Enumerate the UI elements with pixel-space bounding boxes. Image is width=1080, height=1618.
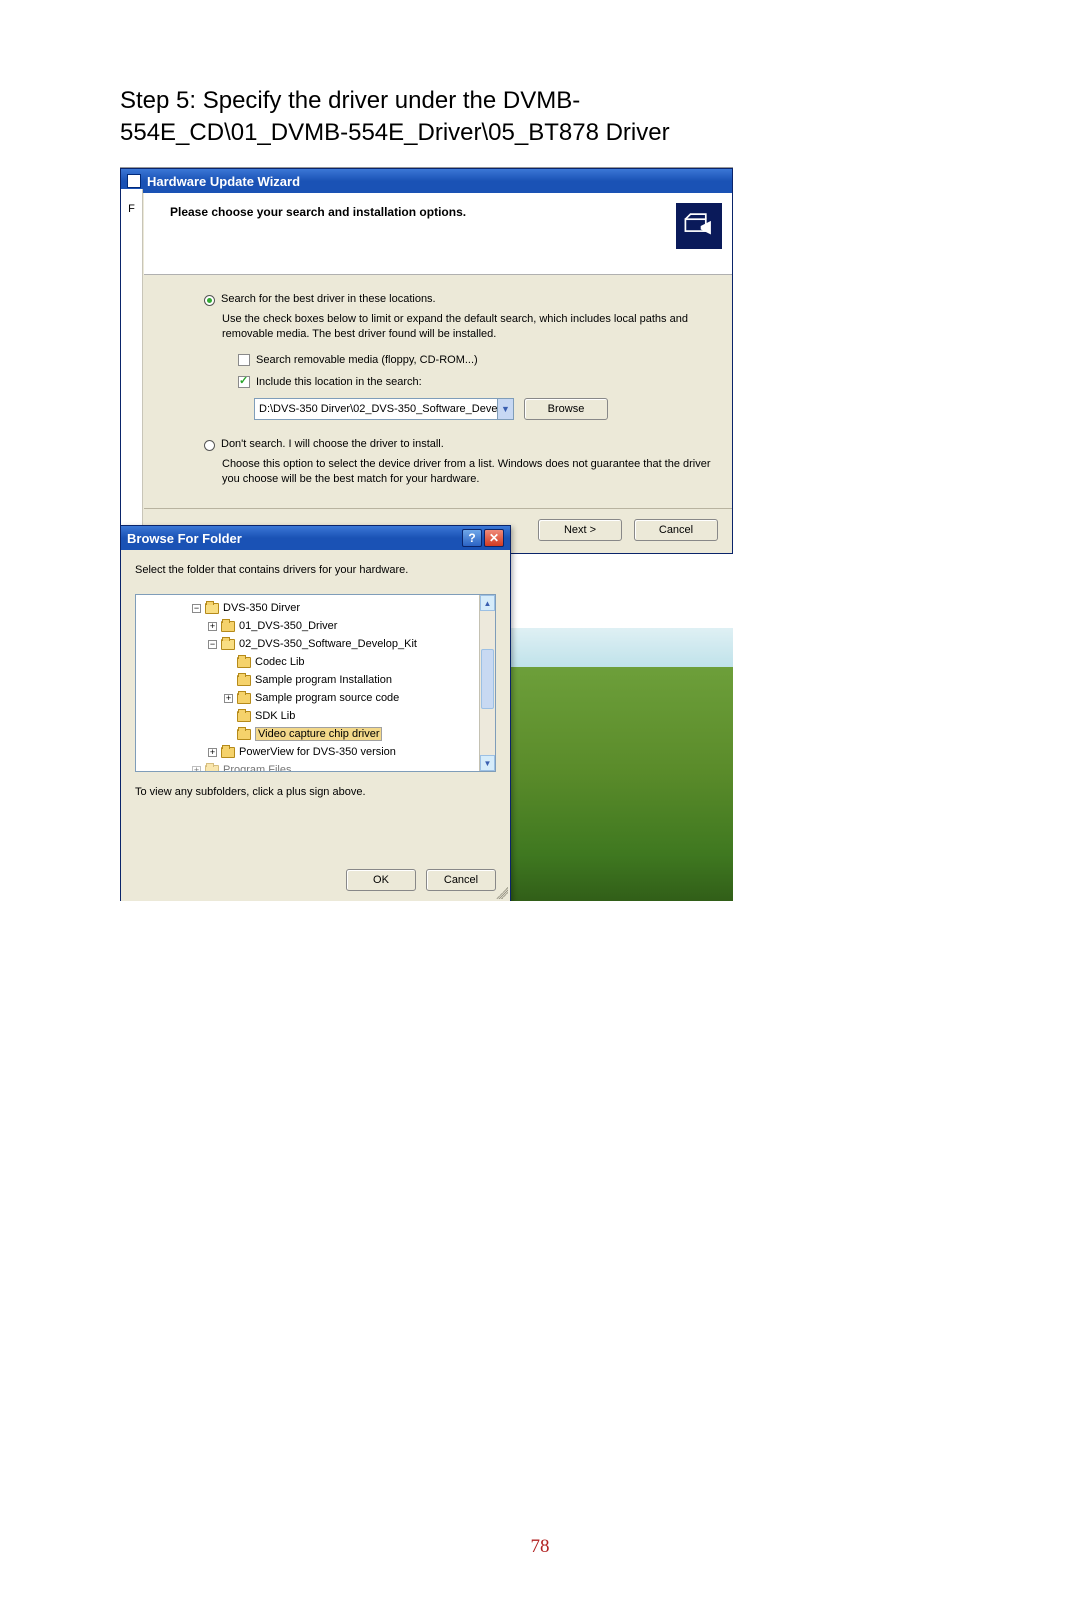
expand-icon[interactable]: − [192,604,201,613]
folder-icon [221,747,235,758]
bff-titlebar[interactable]: Browse For Folder ? ✕ [121,526,510,550]
tree-label: PowerView for DVS-350 version [239,746,396,758]
driver-path-value: D:\DVS-350 Dirver\02_DVS-350_Software_De… [255,403,497,415]
expand-spacer [224,730,233,739]
wizard-header-icon [676,203,722,249]
tree-node-sample-source[interactable]: + Sample program source code [138,689,477,707]
folder-icon [237,693,251,704]
tree-node-codec-lib[interactable]: Codec Lib [138,653,477,671]
screenshot: Hardware Update Wizard F Please choose y… [120,167,733,901]
folder-icon [205,765,219,772]
tree-label: 02_DVS-350_Software_Develop_Kit [239,638,417,650]
tree-node-01-driver[interactable]: + 01_DVS-350_Driver [138,617,477,635]
resize-grip-icon[interactable] [496,887,508,899]
folder-icon [237,729,251,740]
ok-button[interactable]: OK [346,869,416,891]
checkbox-removable-label: Search removable media (floppy, CD-ROM..… [256,354,478,366]
wizard-title-text: Hardware Update Wizard [147,174,300,189]
bff-hint: To view any subfolders, click a plus sig… [121,772,510,798]
option-dont-search-desc: Choose this option to select the device … [222,457,727,487]
tree-node-sdk-lib[interactable]: SDK Lib [138,707,477,725]
folder-icon [237,675,251,686]
option-dont-search-label: Don't search. I will choose the driver t… [221,438,444,450]
driver-path-combo[interactable]: D:\DVS-350 Dirver\02_DVS-350_Software_De… [254,398,514,420]
radio-search-best[interactable] [204,295,215,306]
tree-node-sample-install[interactable]: Sample program Installation [138,671,477,689]
tree-label: 01_DVS-350_Driver [239,620,337,632]
tree-label: Sample program source code [255,692,399,704]
tree-node-02-sdk[interactable]: − 02_DVS-350_Software_Develop_Kit [138,635,477,653]
scroll-down-icon[interactable]: ▼ [480,755,495,771]
expand-icon[interactable]: + [192,766,201,772]
tree-label: Program Files [223,764,291,771]
folder-tree: − DVS-350 Dirver + 01_DVS-350_Driver − 0… [135,594,496,772]
tree-label: SDK Lib [255,710,295,722]
folder-icon [205,603,219,614]
checkbox-removable-row[interactable]: Search removable media (floppy, CD-ROM..… [238,354,727,366]
tree-node-program-files[interactable]: + Program Files [138,761,477,771]
expand-spacer [224,658,233,667]
expand-icon[interactable]: + [208,622,217,631]
checkbox-include[interactable] [238,376,250,388]
combo-dropdown-icon[interactable]: ▼ [497,399,513,419]
bff-instruction: Select the folder that contains drivers … [121,550,510,584]
page-number: 78 [0,1536,1080,1558]
close-button[interactable]: ✕ [484,529,504,547]
tree-label-selected: Video capture chip driver [255,727,382,741]
browse-button[interactable]: Browse [524,398,608,420]
tree-label: DVS-350 Dirver [223,602,300,614]
radio-dont-search[interactable] [204,440,215,451]
tree-label: Sample program Installation [255,674,392,686]
folder-icon [221,639,235,650]
folder-icon [237,711,251,722]
folder-icon [237,657,251,668]
wizard-window-icon [127,174,141,188]
option-search-best-label: Search for the best driver in these loca… [221,293,436,305]
bff-cancel-button[interactable]: Cancel [426,869,496,891]
tree-node-powerview[interactable]: + PowerView for DVS-350 version [138,743,477,761]
checkbox-include-row[interactable]: Include this location in the search: [238,376,727,388]
wizard-cancel-button[interactable]: Cancel [634,519,718,541]
tree-label: Codec Lib [255,656,305,668]
scroll-up-icon[interactable]: ▲ [480,595,495,611]
checkbox-include-label: Include this location in the search: [256,376,422,388]
tree-scrollbar[interactable]: ▲ ▼ [479,595,495,771]
next-button[interactable]: Next > [538,519,622,541]
hardware-update-wizard: Hardware Update Wizard F Please choose y… [120,168,733,554]
expand-icon[interactable]: + [224,694,233,703]
help-button[interactable]: ? [462,529,482,547]
tree-node-dvs350-dirver[interactable]: − DVS-350 Dirver [138,599,477,617]
tree-node-video-capture[interactable]: Video capture chip driver [138,725,477,743]
wizard-header: Please choose your search and installati… [144,193,732,275]
expand-spacer [224,676,233,685]
bff-title-text: Browse For Folder [127,531,242,546]
checkbox-removable[interactable] [238,354,250,366]
expand-icon[interactable]: + [208,748,217,757]
option-search-best[interactable]: Search for the best driver in these loca… [204,293,720,306]
page-title: Step 5: Specify the driver under the DVM… [120,85,800,150]
option-dont-search[interactable]: Don't search. I will choose the driver t… [204,438,720,451]
browse-for-folder-dialog: Browse For Folder ? ✕ Select the folder … [120,525,511,901]
wizard-titlebar[interactable]: Hardware Update Wizard [121,169,732,193]
scroll-track[interactable] [480,611,495,755]
scroll-thumb[interactable] [481,649,494,709]
expand-spacer [224,712,233,721]
expand-icon[interactable]: − [208,640,217,649]
folder-icon [221,621,235,632]
option-search-best-desc: Use the check boxes below to limit or ex… [222,312,727,342]
wizard-body: Search for the best driver in these loca… [144,275,732,509]
folder-tree-list[interactable]: − DVS-350 Dirver + 01_DVS-350_Driver − 0… [136,595,479,771]
wizard-header-text: Please choose your search and installati… [170,205,466,219]
